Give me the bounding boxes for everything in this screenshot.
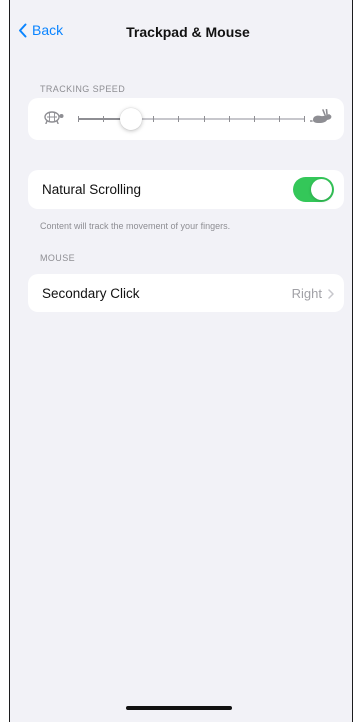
slider-tick bbox=[229, 116, 230, 122]
toggle-knob bbox=[311, 179, 332, 200]
slider-tick bbox=[103, 116, 104, 122]
tortoise-icon bbox=[44, 111, 64, 124]
hare-icon bbox=[310, 109, 332, 123]
slider-tick bbox=[153, 116, 154, 122]
slider-tick bbox=[204, 116, 205, 122]
secondary-click-row[interactable]: Secondary Click Right bbox=[28, 274, 344, 312]
slider-tick bbox=[279, 116, 280, 122]
screen: Back Trackpad & Mouse TRACKING SPEED Nat… bbox=[9, 0, 353, 722]
tracking-speed-header: TRACKING SPEED bbox=[40, 84, 126, 94]
natural-scrolling-footer: Content will track the movement of your … bbox=[40, 221, 231, 231]
navigation-bar: Back Trackpad & Mouse bbox=[10, 18, 352, 46]
tracking-speed-slider[interactable] bbox=[78, 108, 305, 130]
secondary-click-value-text: Right bbox=[291, 286, 322, 301]
chevron-right-icon bbox=[328, 288, 334, 299]
mouse-header: MOUSE bbox=[40, 253, 76, 263]
tracking-speed-slider-row bbox=[28, 98, 344, 140]
page-title: Trackpad & Mouse bbox=[126, 24, 250, 40]
tracking-speed-card bbox=[28, 98, 344, 140]
slider-tick bbox=[254, 116, 255, 122]
slider-tick bbox=[178, 116, 179, 122]
secondary-click-label: Secondary Click bbox=[42, 286, 140, 301]
secondary-click-value: Right bbox=[292, 286, 334, 301]
home-indicator bbox=[126, 706, 232, 710]
slider-tick bbox=[78, 116, 79, 122]
slider-thumb[interactable] bbox=[120, 108, 142, 130]
slider-tick bbox=[304, 116, 305, 122]
natural-scrolling-toggle[interactable] bbox=[293, 177, 334, 202]
natural-scrolling-row: Natural Scrolling bbox=[28, 170, 344, 209]
natural-scrolling-label: Natural Scrolling bbox=[42, 182, 142, 197]
